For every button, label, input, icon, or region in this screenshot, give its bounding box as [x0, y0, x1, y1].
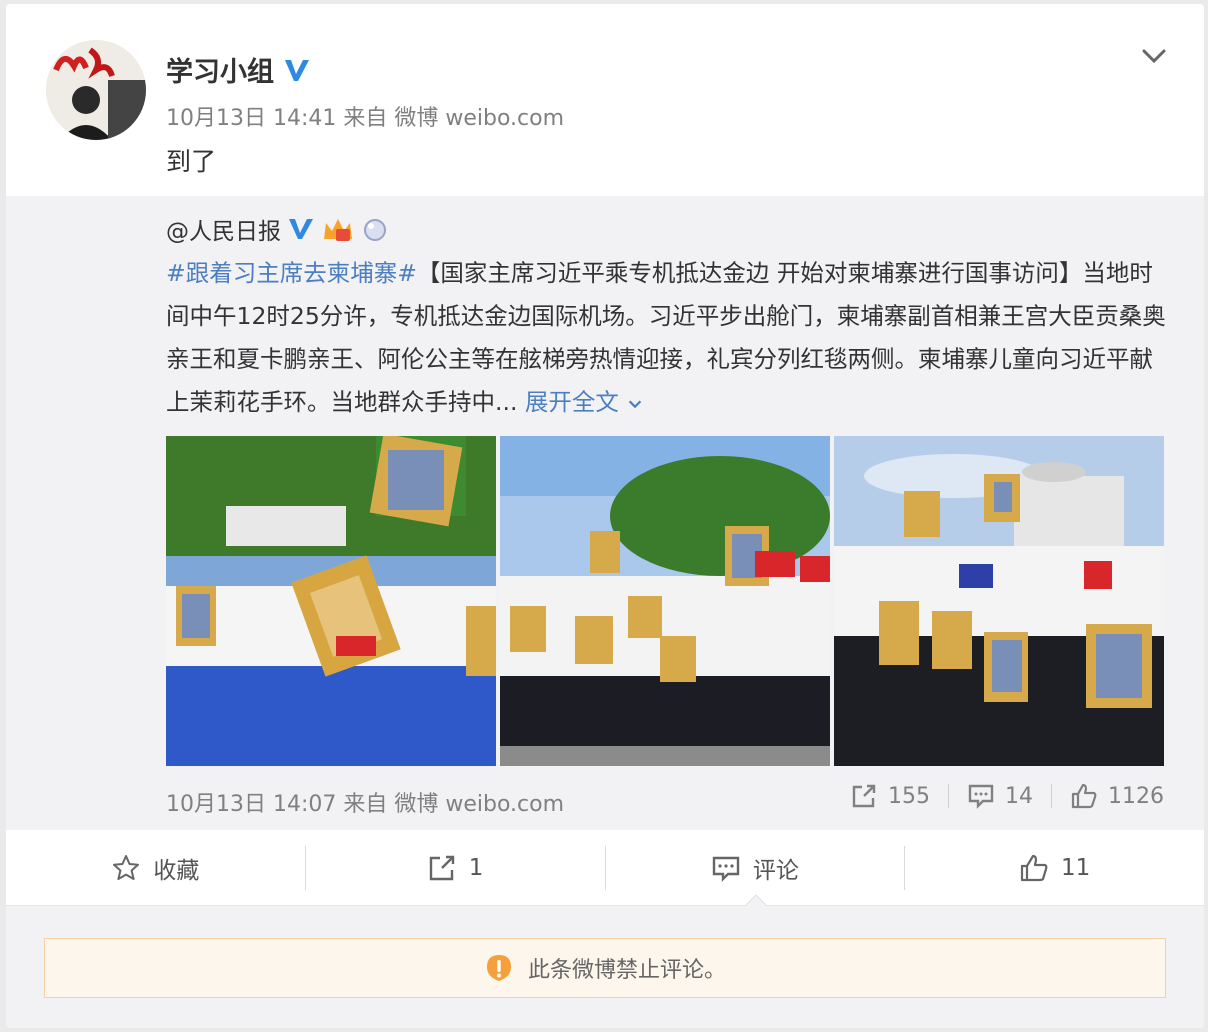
photo-1[interactable]: [166, 436, 496, 766]
chevron-down-icon[interactable]: [1138, 40, 1170, 72]
verified-icon: [285, 59, 309, 81]
repost-comment-count[interactable]: 14: [967, 782, 1033, 810]
comments-disabled-notice: 此条微博禁止评论。: [44, 938, 1166, 998]
expand-full-text-link[interactable]: 展开全文: [525, 388, 644, 416]
comment-button[interactable]: 评论: [606, 845, 906, 890]
like-icon: [1071, 783, 1097, 809]
share-count: 1: [468, 854, 484, 881]
comment-icon: [712, 856, 740, 882]
avatar-image: [46, 40, 146, 140]
post-author-name[interactable]: 学习小组: [166, 50, 274, 89]
medal-icon: [364, 219, 386, 241]
star-icon: [113, 854, 140, 880]
reposted-content: @人民日报 #跟着习主席去柬埔寨#【国家主席习近平乘专机抵达金边 开始对柬埔寨进…: [6, 196, 1204, 830]
post-author[interactable]: 学习小组: [166, 50, 312, 89]
stat-divider: [948, 784, 949, 808]
hashtag-link[interactable]: #跟着习主席去柬埔寨#: [166, 259, 417, 287]
photo-2[interactable]: [500, 436, 830, 766]
comment-count-label: 14: [1005, 783, 1033, 809]
photo-crowd-image: [500, 436, 830, 766]
share-icon: [429, 855, 454, 880]
photo-3[interactable]: [834, 436, 1164, 766]
photo-crowd-image: [834, 436, 1164, 766]
comment-icon: [968, 784, 994, 809]
photo-crowd-image: [166, 436, 496, 766]
weibo-post-card: 学习小组 10月13日 14:41 来自 微博 weibo.com 到了 @人民…: [6, 4, 1204, 1028]
share-button[interactable]: 1: [306, 845, 606, 890]
repost-author[interactable]: @人民日报: [166, 212, 389, 246]
repost-stats: 155 14 1126: [850, 782, 1164, 810]
share-count-label: 155: [888, 783, 930, 809]
post-text: 到了: [166, 147, 217, 176]
like-count-label: 1126: [1108, 783, 1164, 809]
chevron-down-icon: [629, 400, 642, 408]
stat-divider: [1051, 784, 1052, 808]
share-icon: [852, 784, 876, 808]
verified-icon: [289, 219, 313, 239]
repost-meta: 10月13日 14:07 来自 微博 weibo.com: [166, 792, 565, 817]
expand-label[interactable]: 展开全文: [525, 388, 619, 416]
photo-grid: [166, 436, 1164, 766]
repost-author-name[interactable]: @人民日报: [166, 212, 281, 246]
avatar[interactable]: [46, 40, 146, 140]
warning-icon: [486, 955, 511, 981]
vip-crown-icon: [324, 219, 352, 241]
repost-share-count[interactable]: 155: [850, 782, 930, 810]
notice-text: 此条微博禁止评论。: [527, 958, 726, 983]
favorite-button[interactable]: 收藏: [6, 845, 306, 890]
like-count: 11: [1060, 854, 1091, 881]
post-action-bar: 收藏 1 评论 11: [6, 830, 1204, 906]
like-icon: [1020, 854, 1048, 881]
repost-like-count[interactable]: 1126: [1070, 782, 1164, 810]
post-meta: 10月13日 14:41 来自 微博 weibo.com: [166, 106, 565, 131]
like-button[interactable]: 11: [905, 846, 1204, 890]
comment-label: 评论: [752, 857, 799, 884]
favorite-label: 收藏: [153, 857, 200, 884]
repost-body: #跟着习主席去柬埔寨#【国家主席习近平乘专机抵达金边 开始对柬埔寨进行国事访问】…: [166, 252, 1166, 424]
comment-area: 此条微博禁止评论。: [6, 906, 1204, 1028]
active-tab-pointer: [744, 894, 768, 907]
